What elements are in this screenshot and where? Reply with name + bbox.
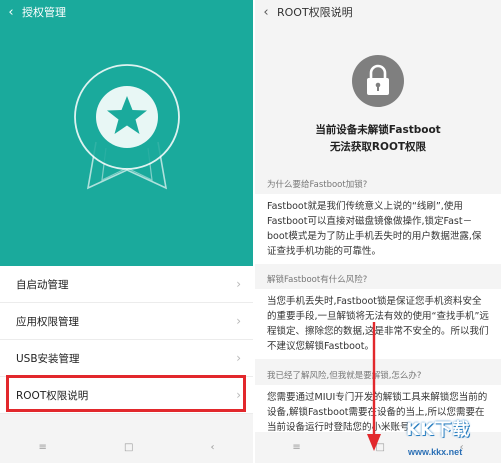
watermark-text: KK下载 [406, 420, 471, 440]
watermark-url: www.kkx.net [408, 447, 463, 457]
chevron-right-icon: › [236, 314, 241, 328]
chevron-right-icon: › [236, 277, 241, 291]
left-header: ‹ 授权管理 [0, 0, 253, 24]
back-icon[interactable]: ‹ [0, 0, 22, 24]
page-title: ROOT权限说明 [277, 6, 353, 19]
back-nav-icon[interactable]: ‹ [210, 442, 214, 453]
watermark-logo: KK下载 www.kkx.net [400, 413, 498, 461]
menu-item-usb-install[interactable]: USB安装管理 › [0, 340, 253, 377]
right-header: ‹ ROOT权限说明 [255, 0, 501, 24]
menu-item-autostart[interactable]: 自启动管理 › [0, 266, 253, 303]
menu-item-label: 自启动管理 [16, 278, 69, 291]
page-title: 授权管理 [22, 6, 66, 19]
menu-item-label: USB安装管理 [16, 352, 80, 365]
faq-question: 解锁Fastboot有什么风险? [267, 275, 368, 285]
home-nav-icon[interactable]: □ [124, 442, 133, 453]
star-ribbon-badge-icon [74, 64, 180, 190]
lock-icon [352, 55, 404, 107]
menu-nav-icon[interactable]: ≡ [292, 442, 300, 453]
highlight-box [6, 375, 246, 412]
left-nav-bar: ≡ □ ‹ [0, 432, 253, 463]
back-icon[interactable]: ‹ [255, 0, 277, 24]
faq-answer: Fastboot就是我们传统意义上说的“线刷”,使用Fastboot可以直接对磁… [255, 194, 501, 264]
status-text-line2: 无法获取ROOT权限 [329, 141, 427, 153]
menu-nav-icon[interactable]: ≡ [39, 442, 47, 453]
menu-item-app-permissions[interactable]: 应用权限管理 › [0, 303, 253, 340]
status-text-line1: 当前设备未解锁Fastboot [315, 124, 441, 136]
arrow-down-icon [367, 322, 381, 451]
menu-item-label: 应用权限管理 [16, 315, 79, 328]
chevron-right-icon: › [236, 351, 241, 365]
faq-question: 为什么要给Fastboot加锁? [267, 180, 368, 190]
